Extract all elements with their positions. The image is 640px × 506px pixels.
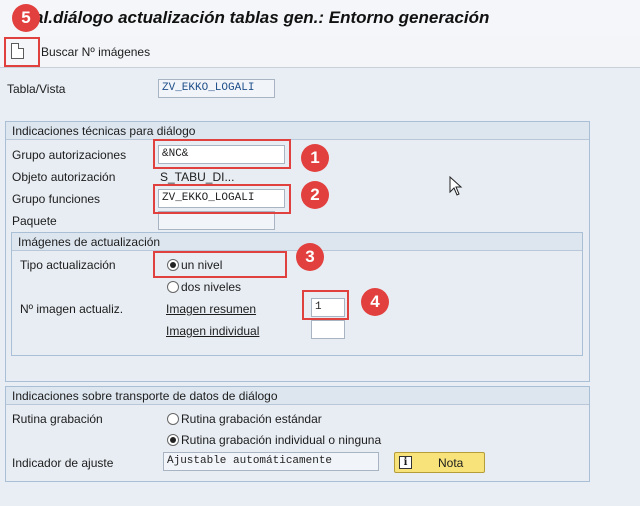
nota-label: Nota xyxy=(438,456,464,470)
radio-routine-ind[interactable] xyxy=(167,434,179,446)
buscar-imagenes-button[interactable]: Buscar Nº imágenes xyxy=(41,45,150,59)
summary-image-label[interactable]: Imagen resumen xyxy=(166,302,256,316)
auth-object-label: Objeto autorización xyxy=(12,170,116,184)
highlight-box-2 xyxy=(153,184,291,214)
highlight-box-1 xyxy=(153,139,291,169)
annotation-badge-2: 2 xyxy=(301,181,329,209)
adjust-field: Ajustable automáticamente xyxy=(163,452,379,471)
adjust-label: Indicador de ajuste xyxy=(12,456,114,470)
info-icon: i xyxy=(399,456,412,469)
package-label: Paquete xyxy=(12,214,57,228)
tabla-vista-field: ZV_EKKO_LOGALI xyxy=(158,79,275,98)
radio-routine-std[interactable] xyxy=(167,413,179,425)
annotation-badge-4: 4 xyxy=(361,288,389,316)
highlight-box-5 xyxy=(4,37,40,67)
individual-image-label[interactable]: Imagen individual xyxy=(166,324,259,338)
mouse-cursor-icon xyxy=(449,176,463,196)
annotation-badge-1: 1 xyxy=(301,144,329,172)
annotation-badge-5: 5 xyxy=(12,4,40,32)
opt-dos-niveles-label: dos niveles xyxy=(181,280,242,294)
tech-group-title: Indicaciones técnicas para diálogo xyxy=(6,122,589,140)
routine-ind-label: Rutina grabación individual o ninguna xyxy=(181,433,382,447)
func-group-label: Grupo funciones xyxy=(12,192,101,206)
window-title: tual.diálogo actualización tablas gen.: … xyxy=(18,8,490,27)
routine-std-label: Rutina grabación estándar xyxy=(181,412,322,426)
individual-image-input[interactable] xyxy=(311,320,345,339)
auth-group-label: Grupo autorizaciones xyxy=(12,148,127,162)
auth-object-value: S_TABU_DI... xyxy=(160,170,235,184)
title-bar: tual.diálogo actualización tablas gen.: … xyxy=(0,0,640,36)
highlight-box-4 xyxy=(302,290,349,320)
routine-label: Rutina grabación xyxy=(12,412,103,426)
images-group-title: Imágenes de actualización xyxy=(12,233,582,251)
radio-dos-niveles[interactable] xyxy=(167,281,179,293)
toolbar: Buscar Nº imágenes xyxy=(0,36,640,68)
num-image-label: Nº imagen actualiz. xyxy=(20,302,124,316)
annotation-badge-3: 3 xyxy=(296,243,324,271)
nota-button[interactable]: i Nota xyxy=(394,452,485,473)
transport-group-title: Indicaciones sobre transporte de datos d… xyxy=(6,387,589,405)
highlight-box-3 xyxy=(153,251,287,278)
tabla-vista-label: Tabla/Vista xyxy=(7,82,66,96)
update-type-label: Tipo actualización xyxy=(20,258,116,272)
